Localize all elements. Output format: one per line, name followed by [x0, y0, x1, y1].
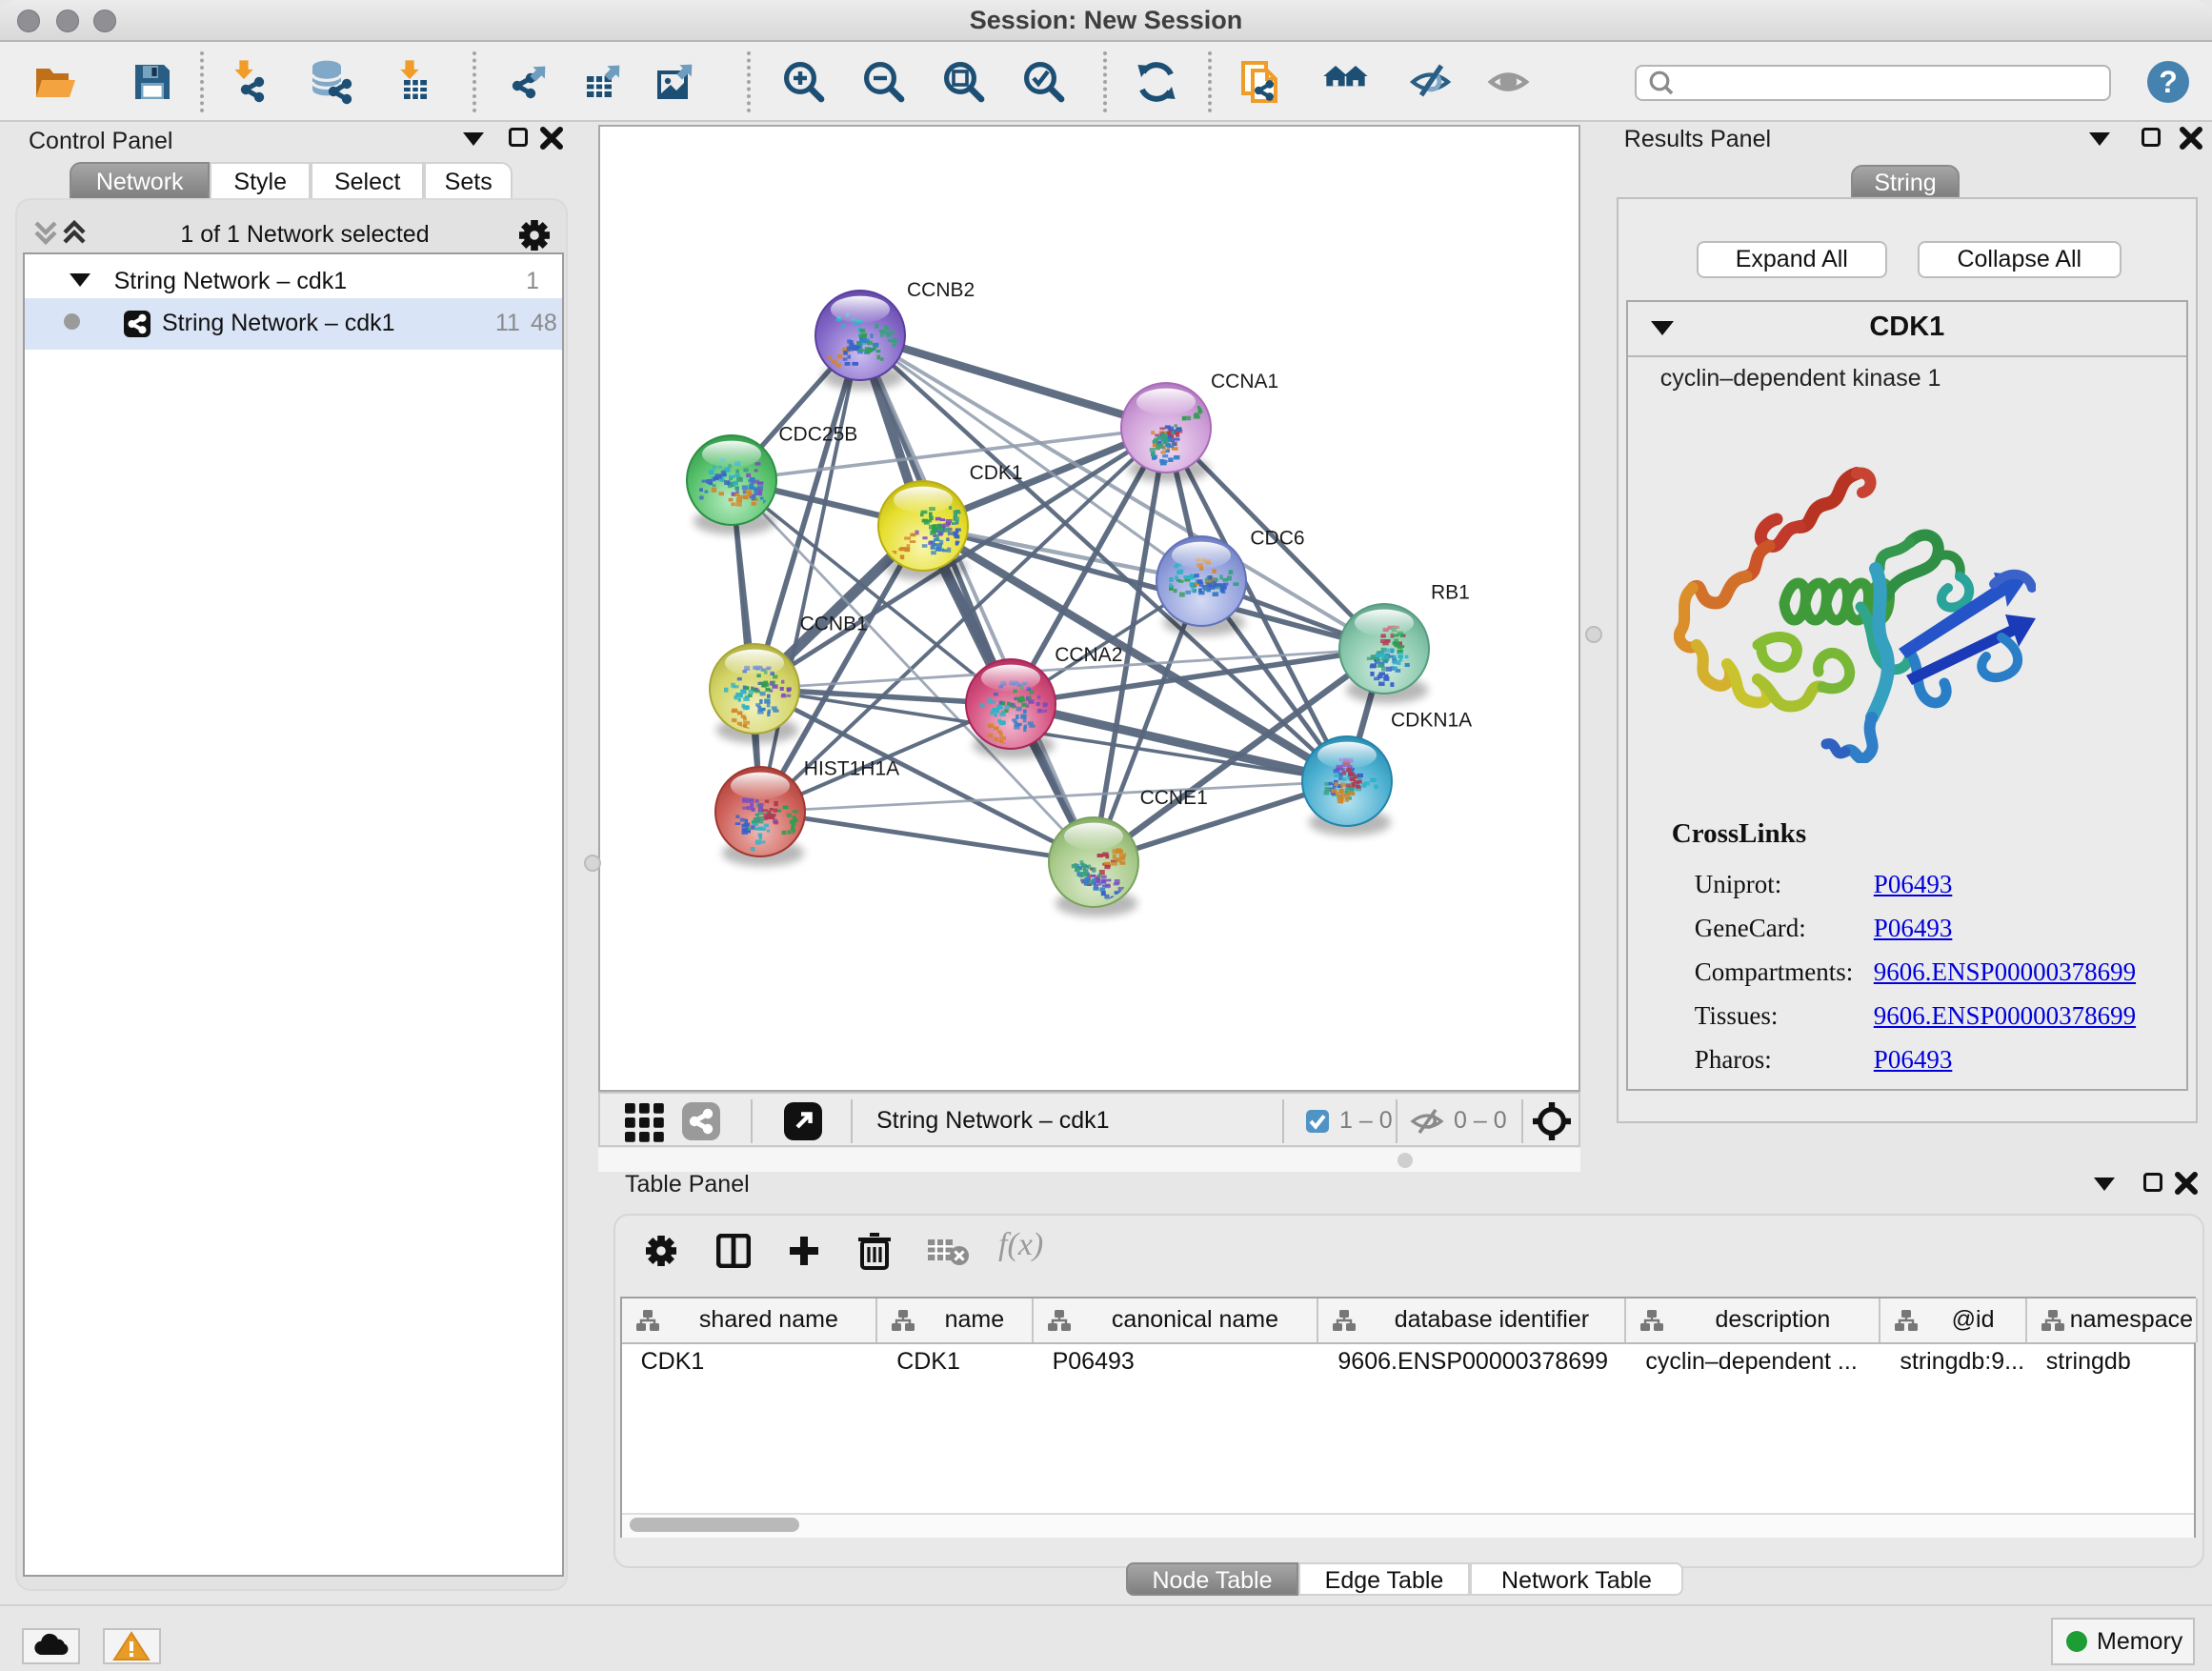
svg-text:CCNE1: CCNE1	[1140, 787, 1208, 809]
svg-text:CDC25B: CDC25B	[778, 423, 857, 445]
svg-text:RB1: RB1	[1431, 581, 1470, 603]
svg-text:CCNB2: CCNB2	[907, 279, 975, 301]
svg-text:CCNA1: CCNA1	[1211, 371, 1278, 393]
svg-text:CDK1: CDK1	[970, 462, 1023, 484]
svg-text:CDC6: CDC6	[1250, 527, 1304, 549]
svg-text:?: ?	[2159, 65, 2178, 99]
svg-text:CCNA2: CCNA2	[1055, 644, 1122, 666]
svg-text:HIST1H1A: HIST1H1A	[804, 758, 899, 780]
svg-text:CDKN1A: CDKN1A	[1391, 710, 1472, 732]
svg-text:CCNB1: CCNB1	[800, 613, 868, 634]
